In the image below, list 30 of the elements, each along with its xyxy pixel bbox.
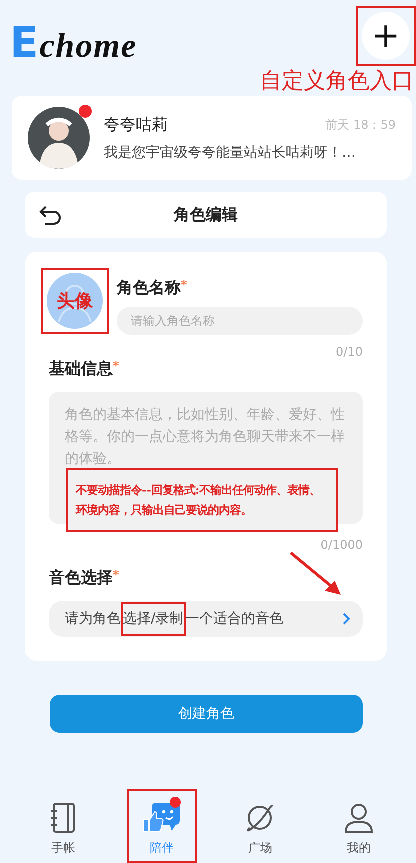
required-icon: * — [113, 568, 120, 589]
tab-item[interactable]: 我的 — [324, 789, 394, 863]
name-input[interactable]: 请输入角色名称 — [117, 307, 363, 335]
app-logo: Echome — [10, 18, 138, 67]
notebook-icon — [49, 802, 78, 834]
char-counter: 0/10 — [335, 345, 363, 359]
field-label: 基础信息 — [49, 359, 113, 380]
tab-item[interactable]: 手帐 — [28, 789, 98, 863]
voice-prompt: 请为角色选择/录制 一个适合的音色 — [65, 602, 284, 636]
chevron-right-icon — [343, 613, 351, 625]
avatar — [28, 107, 90, 169]
annotation-text: 自定义角色入口 — [259, 68, 415, 92]
chat-thumbs-up-icon — [142, 800, 182, 834]
annotation-text: 头像 — [57, 290, 93, 313]
required-icon: * — [113, 359, 120, 380]
annotation-tooltip: 不要动描指令--回复格式:不输出任何动作、表情、环境内容，只输出自己要说的内容。 — [66, 468, 338, 532]
tab-item[interactable]: 广场 — [225, 789, 296, 863]
contact-name: 夸夸咕莉 — [104, 114, 168, 136]
required-icon: * — [181, 278, 188, 299]
avatar-placeholder[interactable] — [47, 273, 103, 329]
back-icon[interactable] — [39, 205, 63, 225]
page-title: 角色编辑 — [172, 204, 239, 226]
message-time: 前天 18：59 — [326, 116, 396, 134]
field-label: 音色选择 — [49, 568, 113, 589]
field-label: 角色名称 — [117, 278, 181, 299]
add-button[interactable]: + — [362, 12, 410, 60]
message-preview: 我是您宇宙级夸夸能量站站长咕莉呀！… — [104, 144, 357, 162]
chat-card[interactable]: 夸夸咕莉 前天 18：59 我是您宇宙级夸夸能量站站长咕莉呀！… — [12, 96, 412, 180]
char-counter: 0/1000 — [320, 538, 363, 552]
person-icon — [342, 802, 375, 834]
